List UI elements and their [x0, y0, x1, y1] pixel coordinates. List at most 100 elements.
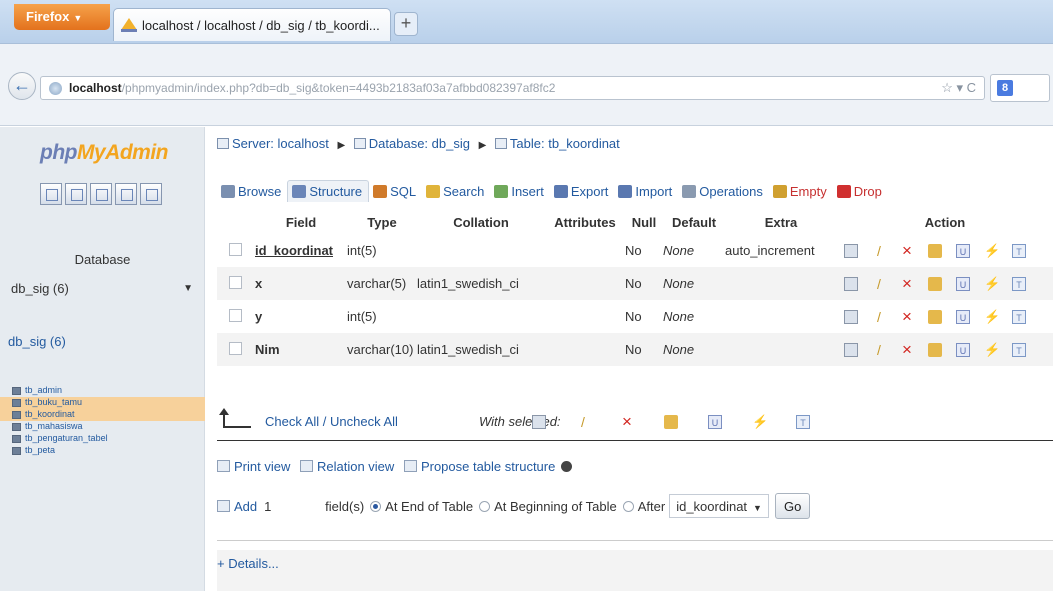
propose-structure-link[interactable]: Propose table structure: [421, 459, 555, 474]
edit-icon[interactable]: /: [576, 415, 590, 429]
database-link[interactable]: db_sig (6): [8, 334, 66, 349]
row-checkbox-cell: [217, 333, 255, 366]
browse-icon[interactable]: [844, 343, 858, 358]
at-end-radio[interactable]: [370, 500, 382, 512]
print-view-link[interactable]: Print view: [234, 459, 290, 474]
back-button[interactable]: ←: [8, 72, 36, 100]
field-collation: latin1_swedish_ci: [417, 333, 545, 366]
tab-empty[interactable]: Empty: [769, 180, 833, 202]
phpmyadmin-logo[interactable]: phpMyAdmin: [40, 141, 168, 165]
drop-icon[interactable]: ×: [620, 413, 634, 430]
drop-icon[interactable]: ×: [900, 242, 914, 259]
index-icon[interactable]: ⚡: [752, 414, 768, 429]
help-icon[interactable]: [560, 461, 572, 472]
breadcrumb-table[interactable]: Table: tb_koordinat: [510, 136, 620, 151]
database-select[interactable]: db_sig (6) ▼: [6, 278, 198, 300]
browse-icon[interactable]: [844, 244, 858, 259]
fulltext-icon[interactable]: T: [1012, 310, 1026, 325]
field-extra: auto_increment: [725, 243, 815, 258]
documentation-icon[interactable]: [115, 183, 137, 205]
tab-browse[interactable]: Browse: [217, 180, 287, 202]
at-beginning-radio[interactable]: [479, 500, 491, 512]
unique-icon[interactable]: U: [956, 343, 970, 358]
relation-view-link[interactable]: Relation view: [317, 459, 394, 474]
browser-tab[interactable]: localhost / localhost / db_sig / tb_koor…: [113, 8, 391, 41]
field-collation: [417, 300, 545, 333]
primary-key-icon[interactable]: [664, 414, 678, 429]
details-link[interactable]: + Details...: [217, 556, 279, 571]
row-checkbox[interactable]: [229, 242, 242, 256]
index-icon[interactable]: ⚡: [984, 310, 1000, 324]
primary-key-icon[interactable]: [928, 343, 942, 358]
tab-structure[interactable]: Structure: [287, 180, 370, 202]
breadcrumb-server[interactable]: Server: localhost: [232, 136, 329, 151]
index-icon[interactable]: ⚡: [984, 244, 1000, 258]
unique-icon[interactable]: U: [956, 244, 970, 259]
table-icon: [12, 423, 21, 431]
after-column-select[interactable]: id_koordinat ▼: [669, 494, 769, 518]
search-engine-box[interactable]: 8: [990, 74, 1050, 102]
browse-icon[interactable]: [532, 414, 546, 429]
edit-icon[interactable]: /: [872, 310, 886, 324]
table-item-tb-pengaturan-tabel[interactable]: tb_pengaturan_tabel: [0, 433, 205, 445]
google-search-icon[interactable]: 8: [997, 80, 1013, 96]
browse-icon[interactable]: [844, 277, 858, 292]
table-item-tb-koordinat[interactable]: tb_koordinat: [0, 409, 205, 421]
fulltext-icon[interactable]: T: [1012, 244, 1026, 259]
index-icon[interactable]: ⚡: [984, 277, 1000, 291]
tab-search[interactable]: Search: [422, 180, 490, 202]
query-window-icon[interactable]: [65, 183, 87, 205]
tab-operations[interactable]: Operations: [678, 180, 769, 202]
tab-sql[interactable]: SQL: [369, 180, 422, 202]
reload-icon[interactable]: [140, 183, 162, 205]
edit-icon[interactable]: /: [872, 277, 886, 291]
browse-icon[interactable]: [844, 310, 858, 325]
drop-icon[interactable]: ×: [900, 275, 914, 292]
chevron-down-icon: ▼: [73, 13, 83, 23]
check-all-link[interactable]: Check All / Uncheck All: [265, 414, 398, 429]
table-item-tb-buku-tamu[interactable]: tb_buku_tamu: [0, 397, 205, 409]
after-column-value: id_koordinat: [676, 499, 748, 514]
row-checkbox[interactable]: [229, 341, 242, 355]
edit-icon[interactable]: /: [872, 343, 886, 357]
row-checkbox[interactable]: [229, 275, 242, 289]
edit-icon[interactable]: /: [872, 244, 886, 258]
table-item-tb-peta[interactable]: tb_peta: [0, 445, 205, 457]
go-button[interactable]: Go: [774, 493, 811, 519]
breadcrumb: Server: localhost ▶ Database: db_sig ▶ T…: [217, 136, 620, 151]
relation-icon: [299, 460, 313, 472]
details-toggle[interactable]: + Details...: [217, 550, 1053, 591]
tab-insert[interactable]: Insert: [490, 180, 550, 202]
tab-drop[interactable]: Drop: [833, 180, 888, 202]
field-extra: [725, 267, 837, 300]
url-bar[interactable]: localhost/phpmyadmin/index.php?db=db_sig…: [40, 76, 985, 100]
fulltext-icon[interactable]: T: [796, 414, 810, 429]
primary-key-icon[interactable]: [928, 277, 942, 292]
primary-key-icon[interactable]: [928, 310, 942, 325]
index-icon[interactable]: ⚡: [984, 343, 1000, 357]
after-radio[interactable]: [622, 500, 634, 512]
table-item-tb-mahasiswa[interactable]: tb_mahasiswa: [0, 421, 205, 433]
row-checkbox[interactable]: [229, 308, 242, 322]
fulltext-icon[interactable]: T: [1012, 343, 1026, 358]
breadcrumb-database[interactable]: Database: db_sig: [369, 136, 470, 151]
field-null: No: [625, 243, 642, 258]
unique-icon[interactable]: U: [956, 277, 970, 292]
tab-import[interactable]: Import: [614, 180, 678, 202]
new-tab-button[interactable]: +: [394, 12, 418, 36]
site-identity-icon[interactable]: [49, 82, 62, 95]
drop-icon[interactable]: ×: [900, 341, 914, 358]
unique-icon[interactable]: U: [956, 310, 970, 325]
primary-key-icon[interactable]: [928, 244, 942, 259]
table-item-tb-admin[interactable]: tb_admin: [0, 385, 205, 397]
fulltext-icon[interactable]: T: [1012, 277, 1026, 292]
firefox-menu-button[interactable]: Firefox ▼: [14, 4, 110, 30]
home-icon[interactable]: [40, 183, 62, 205]
sql-docs-icon[interactable]: [90, 183, 112, 205]
url-tools[interactable]: ☆ ▾ C: [941, 80, 976, 96]
chevron-down-icon: ▼: [183, 283, 193, 294]
unique-icon[interactable]: U: [708, 414, 722, 429]
field-count-input[interactable]: [261, 495, 322, 517]
drop-icon[interactable]: ×: [900, 308, 914, 325]
tab-export[interactable]: Export: [550, 180, 615, 202]
